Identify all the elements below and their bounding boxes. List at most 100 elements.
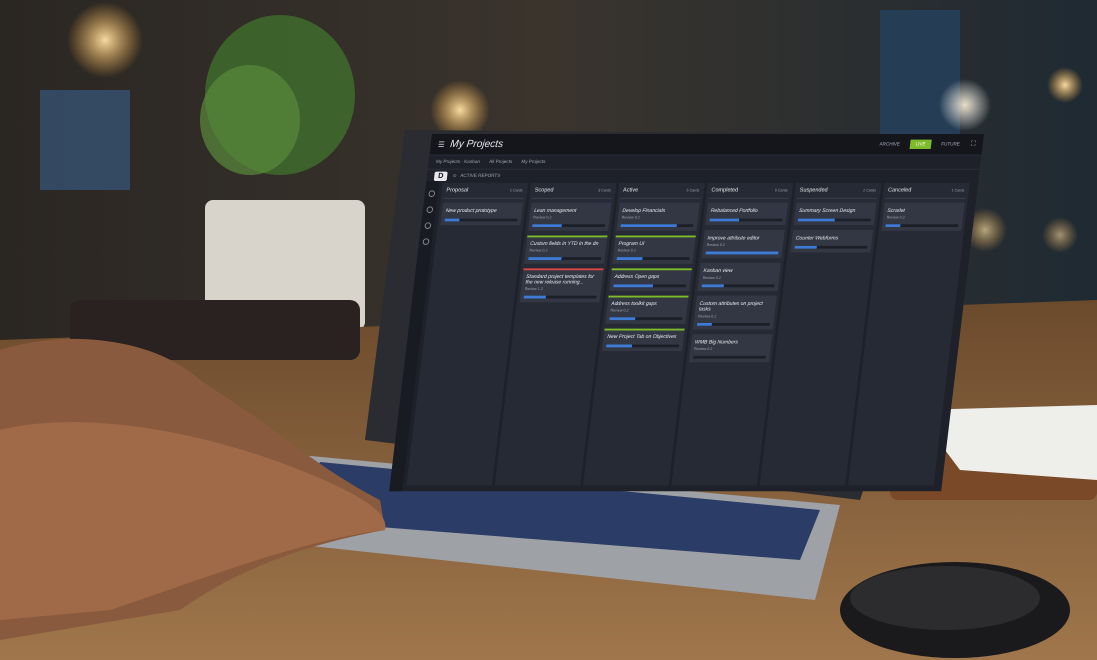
future-button[interactable]: FUTURE	[935, 140, 966, 149]
progress-fill	[613, 284, 654, 288]
filter-icon[interactable]: ⊙	[452, 173, 457, 179]
card-review: Review 0.2	[693, 346, 713, 352]
card-review: Review 0.2	[610, 307, 629, 313]
column-title: Suspended	[799, 187, 828, 194]
progress-bar	[705, 251, 779, 255]
nav-icon[interactable]	[423, 222, 432, 229]
progress-bar	[523, 295, 597, 299]
kanban-card[interactable]: Rebalanced Portfolio	[705, 202, 789, 226]
card-title: Program UI	[618, 241, 645, 247]
card-title: Develop Financials	[622, 208, 666, 214]
kanban-card[interactable]: WMB Big Numbers Review 0.2	[688, 334, 773, 363]
progress-bar	[613, 284, 687, 288]
progress-fill	[885, 224, 901, 228]
kanban-card[interactable]: Custom fields in YTD in the dn Review 0.2	[524, 235, 608, 264]
card-title: Improve attribute editor	[707, 235, 760, 242]
filter-label[interactable]: ACTIVE REPORTS	[460, 173, 501, 179]
card-review: Review 0.2	[886, 214, 906, 220]
column-header: Scoped 3 Cards	[531, 185, 614, 199]
card-title: Kanban view	[703, 268, 733, 275]
column-count: 2 Cards	[862, 187, 877, 193]
column-title: Active	[622, 187, 639, 194]
breadcrumb-item[interactable]: My Projects	[521, 159, 546, 165]
progress-bar	[606, 344, 680, 348]
laptop-screen: ☰ My Projects ARCHIVE LIVE FUTURE ⛶ My P…	[382, 124, 984, 504]
kanban-card[interactable]: Program UI Review 0.2	[612, 235, 696, 264]
kanban-card[interactable]: Address toolkit gaps Review 0.2	[605, 295, 689, 324]
card-review: Review 0.2	[617, 247, 637, 253]
progress-bar	[528, 257, 602, 260]
progress-bar	[709, 218, 783, 222]
photo-scene: ☰ My Projects ARCHIVE LIVE FUTURE ⛶ My P…	[0, 0, 1097, 660]
board-toolbar: D ⊙ ACTIVE REPORTS	[426, 170, 980, 183]
column-header: Suspended 2 Cards	[796, 185, 879, 199]
kanban-board: Proposal 1 Cards New product prototype Scop…	[406, 182, 972, 486]
card-review: Review 0.2	[706, 242, 726, 247]
progress-fill	[709, 218, 739, 222]
progress-fill	[528, 257, 562, 260]
card-review: Review 1.2	[524, 286, 544, 291]
card-title: WMB Big Numbers	[694, 339, 739, 346]
column-count: 5 Cards	[686, 187, 700, 193]
expand-icon[interactable]: ⛶	[970, 141, 976, 149]
kanban-card[interactable]: Lean management Review 0.2	[528, 202, 612, 231]
progress-bar	[444, 218, 518, 222]
nav-icon[interactable]	[421, 238, 430, 245]
column-header: Active 5 Cards	[620, 185, 702, 199]
live-button[interactable]: LIVE	[909, 139, 932, 150]
progress-fill	[523, 295, 546, 299]
breadcrumb: My Projects · Kanban All Projects My Pro…	[427, 155, 982, 170]
kanban-card[interactable]: Counter Webforms	[790, 229, 874, 253]
app-title: My Projects	[449, 138, 504, 150]
breadcrumb-item[interactable]: My Projects · Kanban	[436, 159, 481, 165]
progress-fill	[794, 245, 817, 249]
card-review: Review 0.2	[533, 214, 552, 220]
progress-fill	[701, 284, 724, 288]
kanban-card[interactable]: Custom attributes on project tasks Review…	[692, 295, 777, 330]
progress-fill	[606, 344, 632, 348]
card-review: Review 0.2	[529, 247, 548, 253]
nav-icon[interactable]	[425, 206, 433, 213]
card-title: New Project Tab on Objectives	[606, 334, 677, 340]
progress-fill	[616, 257, 643, 260]
kanban-card[interactable]: Develop Financials Review 0.2	[616, 202, 700, 231]
kanban-card[interactable]: Address Open gaps	[609, 268, 692, 291]
column-count: 1 Cards	[951, 187, 965, 193]
progress-bar	[797, 218, 871, 222]
archive-button[interactable]: ARCHIVE	[873, 140, 906, 149]
card-title: Scrarlet	[887, 208, 906, 214]
kanban-card[interactable]: Standard project templates for the new r…	[519, 268, 604, 303]
column-header: Completed 5 Cards	[708, 185, 791, 199]
progress-fill	[532, 224, 562, 228]
column-count: 3 Cards	[597, 187, 612, 193]
card-title: Custom fields in YTD in the dn	[529, 241, 599, 247]
progress-bar	[701, 284, 775, 288]
progress-bar	[693, 355, 767, 359]
card-title: Rebalanced Portfolio	[710, 208, 759, 214]
progress-fill	[620, 224, 677, 228]
progress-bar	[794, 245, 868, 249]
kanban-card[interactable]: Scrarlet Review 0.2	[881, 202, 965, 231]
card-title: Address toolkit gaps	[610, 301, 658, 307]
menu-icon[interactable]: ☰	[438, 140, 446, 148]
kanban-card[interactable]: Kanban view Review 0.2	[697, 262, 781, 291]
kanban-card[interactable]: New Project Tab on Objectives	[601, 328, 685, 352]
progress-fill	[444, 218, 460, 222]
card-title: Address Open gaps	[614, 274, 660, 280]
app-logo: D	[433, 171, 448, 181]
nav-icon[interactable]	[427, 190, 435, 197]
card-title: Summary Screen Design	[798, 208, 856, 214]
progress-bar	[885, 224, 959, 228]
progress-fill	[609, 317, 636, 321]
card-title: Custom attributes on project tasks	[698, 301, 764, 313]
kanban-card[interactable]: Summary Screen Design	[793, 202, 877, 226]
breadcrumb-item[interactable]: All Projects	[489, 159, 513, 165]
progress-fill	[696, 322, 712, 326]
card-review: Review 0.2	[697, 313, 717, 319]
progress-bar	[696, 322, 770, 326]
column-count: 5 Cards	[774, 187, 789, 193]
kanban-card[interactable]: New product prototype	[440, 202, 524, 226]
column-title: Canceled	[887, 187, 912, 194]
kanban-card[interactable]: Improve attribute editor Review 0.2	[701, 229, 785, 259]
card-title: Counter Webforms	[795, 235, 839, 242]
